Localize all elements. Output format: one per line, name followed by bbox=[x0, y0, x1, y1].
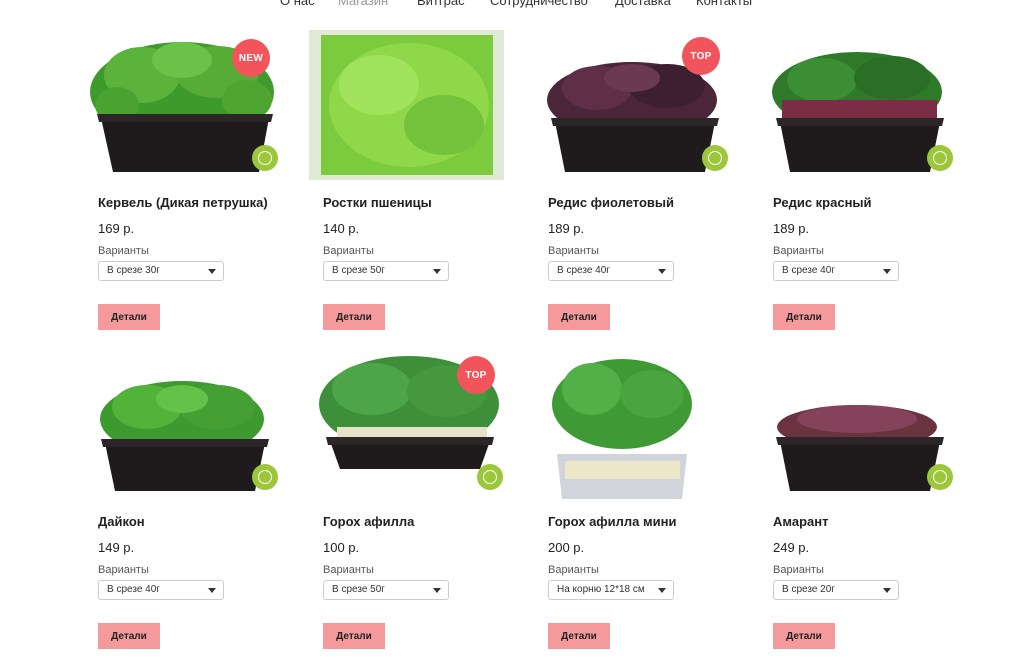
product-image[interactable] bbox=[309, 30, 504, 180]
tray-rim bbox=[97, 114, 273, 122]
details-button[interactable]: Детали bbox=[323, 304, 385, 330]
variant-value: В срезе 30г bbox=[107, 265, 160, 276]
product-card[interactable]: Горох афилла мини 200 р. Варианты На кор… bbox=[548, 349, 748, 669]
variant-select[interactable]: В срезе 50г bbox=[323, 261, 449, 281]
variants-label: Варианты bbox=[323, 564, 374, 576]
product-title[interactable]: Редис фиолетовый bbox=[548, 195, 674, 210]
product-price: 100 р. bbox=[323, 540, 360, 555]
tray-shape bbox=[780, 441, 940, 491]
tray-shape bbox=[101, 118, 269, 172]
product-title[interactable]: Горох афилла мини bbox=[548, 514, 676, 529]
nav-cooperation[interactable]: Сотрудничество bbox=[490, 0, 588, 8]
product-card[interactable]: Амарант 249 р. Варианты В срезе 20г Дета… bbox=[773, 349, 973, 669]
brand-logo-icon bbox=[927, 145, 953, 171]
details-button[interactable]: Детали bbox=[98, 304, 160, 330]
chevron-down-icon bbox=[433, 588, 441, 593]
details-button[interactable]: Детали bbox=[98, 623, 160, 649]
nav-shop[interactable]: Магазин bbox=[338, 0, 388, 8]
nav-wheatgrass[interactable]: Витграс bbox=[417, 0, 465, 8]
tray-shape bbox=[105, 443, 265, 491]
brand-logo-icon bbox=[252, 145, 278, 171]
tray-rim bbox=[551, 118, 719, 126]
brand-logo-icon bbox=[702, 145, 728, 171]
brand-logo-icon bbox=[927, 464, 953, 490]
chevron-down-icon bbox=[658, 269, 666, 274]
product-price: 149 р. bbox=[98, 540, 135, 555]
variants-label: Варианты bbox=[548, 564, 599, 576]
product-price: 169 р. bbox=[98, 221, 135, 236]
product-card[interactable]: Дайкон 149 р. Варианты В срезе 40г Детал… bbox=[98, 349, 298, 669]
variant-value: В срезе 40г bbox=[107, 584, 160, 595]
variants-label: Варианты bbox=[773, 564, 824, 576]
product-card[interactable]: TOP Редис фиолетовый 189 р. Варианты В с… bbox=[547, 30, 748, 350]
badge-top: TOP bbox=[682, 37, 720, 75]
product-title[interactable]: Горох афилла bbox=[323, 514, 414, 529]
variant-value: В срезе 20г bbox=[782, 584, 835, 595]
badge-top: TOP bbox=[457, 356, 495, 394]
tray-shape bbox=[330, 441, 490, 469]
variants-label: Варианты bbox=[98, 245, 149, 257]
variant-select[interactable]: На корню 12*18 см bbox=[548, 580, 674, 600]
product-card[interactable]: Редис красный 189 р. Варианты В срезе 40… bbox=[772, 30, 973, 350]
chevron-down-icon bbox=[208, 269, 216, 274]
variant-select[interactable]: В срезе 40г bbox=[98, 580, 224, 600]
variant-select[interactable]: В срезе 40г bbox=[548, 261, 674, 281]
chevron-down-icon bbox=[883, 269, 891, 274]
tray-shape bbox=[780, 122, 940, 172]
microgreens-foliage bbox=[552, 359, 692, 449]
chevron-down-icon bbox=[658, 588, 666, 593]
product-title[interactable]: Кервель (Дикая петрушка) bbox=[98, 195, 268, 210]
details-button[interactable]: Детали bbox=[548, 623, 610, 649]
details-button[interactable]: Детали bbox=[773, 304, 835, 330]
variant-value: В срезе 40г bbox=[557, 265, 610, 276]
tray-rim bbox=[776, 118, 944, 126]
product-title[interactable]: Редис красный bbox=[773, 195, 872, 210]
nav-about[interactable]: О нас bbox=[280, 0, 315, 8]
nav-contacts[interactable]: Контакты bbox=[696, 0, 752, 8]
variants-label: Варианты bbox=[98, 564, 149, 576]
product-price: 189 р. bbox=[773, 221, 810, 236]
product-card[interactable]: NEW Кервель (Дикая петрушка) 169 р. Вари… bbox=[90, 30, 298, 350]
chevron-down-icon bbox=[433, 269, 441, 274]
variant-value: В срезе 50г bbox=[332, 584, 385, 595]
variant-select[interactable]: В срезе 50г bbox=[323, 580, 449, 600]
product-title[interactable]: Амарант bbox=[773, 514, 828, 529]
badge-new: NEW bbox=[232, 39, 270, 77]
tray-rim bbox=[101, 439, 269, 447]
product-title[interactable]: Дайкон bbox=[98, 514, 145, 529]
details-button[interactable]: Детали bbox=[548, 304, 610, 330]
product-card[interactable]: Ростки пшеницы 140 р. Варианты В срезе 5… bbox=[309, 30, 523, 350]
details-button[interactable]: Детали bbox=[773, 623, 835, 649]
variant-select[interactable]: В срезе 30г bbox=[98, 261, 224, 281]
chevron-down-icon bbox=[883, 588, 891, 593]
variant-value: В срезе 40г bbox=[782, 265, 835, 276]
tray-rim bbox=[776, 437, 944, 445]
product-price: 140 р. bbox=[323, 221, 360, 236]
variants-label: Варианты bbox=[323, 245, 374, 257]
variant-select[interactable]: В срезе 20г bbox=[773, 580, 899, 600]
tray-rim bbox=[326, 437, 494, 445]
product-image[interactable] bbox=[537, 349, 732, 499]
tray-shape bbox=[555, 122, 715, 172]
top-nav: О нас Магазин Витграс Сотрудничество Дос… bbox=[0, 0, 1023, 9]
variant-value: На корню 12*18 см bbox=[557, 584, 645, 595]
variant-select[interactable]: В срезе 40г bbox=[773, 261, 899, 281]
variants-label: Варианты bbox=[773, 245, 824, 257]
product-price: 249 р. bbox=[773, 540, 810, 555]
chevron-down-icon bbox=[208, 588, 216, 593]
product-price: 200 р. bbox=[548, 540, 585, 555]
brand-logo-icon bbox=[477, 464, 503, 490]
product-card[interactable]: TOP Горох афилла 100 р. Варианты В срезе… bbox=[319, 349, 523, 669]
details-button[interactable]: Детали bbox=[323, 623, 385, 649]
product-price: 189 р. bbox=[548, 221, 585, 236]
variant-value: В срезе 50г bbox=[332, 265, 385, 276]
variants-label: Варианты bbox=[548, 245, 599, 257]
nav-delivery[interactable]: Доставка bbox=[615, 0, 671, 8]
brand-logo-icon bbox=[252, 464, 278, 490]
product-title[interactable]: Ростки пшеницы bbox=[323, 195, 432, 210]
